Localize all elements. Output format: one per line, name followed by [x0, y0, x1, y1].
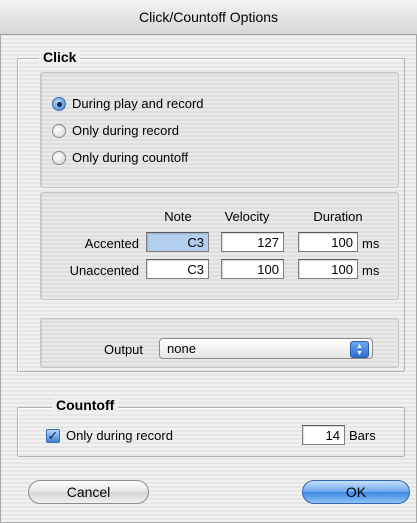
accented-duration-unit: ms: [362, 236, 380, 251]
ok-button[interactable]: OK: [302, 480, 410, 504]
row-label-accented: Accented: [84, 236, 139, 251]
radio-unselected-icon[interactable]: [52, 150, 66, 165]
radio-during-play-and-record[interactable]: During play and record: [52, 96, 204, 111]
unaccented-duration-unit: ms: [362, 263, 380, 278]
countoff-checkbox-label: Only during record: [66, 428, 173, 443]
window-title: Click/Countoff Options: [138, 9, 279, 25]
unaccented-duration-field[interactable]: 100: [298, 259, 358, 279]
unaccented-velocity-field[interactable]: 100: [221, 259, 284, 279]
radio-label: During play and record: [72, 96, 204, 111]
column-header-note: Note: [164, 209, 192, 224]
unaccented-note-field[interactable]: C3: [146, 259, 209, 279]
radio-label: Only during countoff: [72, 150, 189, 165]
countoff-bars-unit: Bars: [349, 428, 376, 443]
countoff-checkbox[interactable]: ✓: [46, 429, 60, 443]
radio-label: Only during record: [72, 123, 179, 138]
countoff-bars-field[interactable]: 14: [302, 425, 345, 445]
click-group-title: Click: [39, 49, 81, 65]
checkmark-icon: ✓: [47, 428, 59, 443]
accented-duration-field[interactable]: 100: [298, 232, 358, 252]
radio-only-during-record[interactable]: Only during record: [52, 123, 179, 138]
row-label-unaccented: Unaccented: [69, 263, 139, 278]
output-popup[interactable]: none ▲ ▼: [159, 338, 373, 359]
accented-velocity-field[interactable]: 127: [221, 232, 284, 252]
column-header-duration: Duration: [313, 209, 363, 224]
radio-only-during-countoff[interactable]: Only during countoff: [52, 150, 188, 165]
popup-arrows-icon: ▲ ▼: [350, 341, 369, 358]
output-label: Output: [104, 342, 144, 357]
cancel-button[interactable]: Cancel: [28, 480, 149, 504]
title-bar: Click/Countoff Options: [0, 0, 417, 35]
column-header-velocity: Velocity: [224, 209, 270, 224]
countoff-group-title: Countoff: [52, 397, 119, 413]
radio-selected-icon[interactable]: [52, 96, 66, 111]
output-value: none: [167, 341, 196, 356]
accented-note-field[interactable]: C3: [146, 232, 209, 252]
radio-unselected-icon[interactable]: [52, 123, 66, 138]
